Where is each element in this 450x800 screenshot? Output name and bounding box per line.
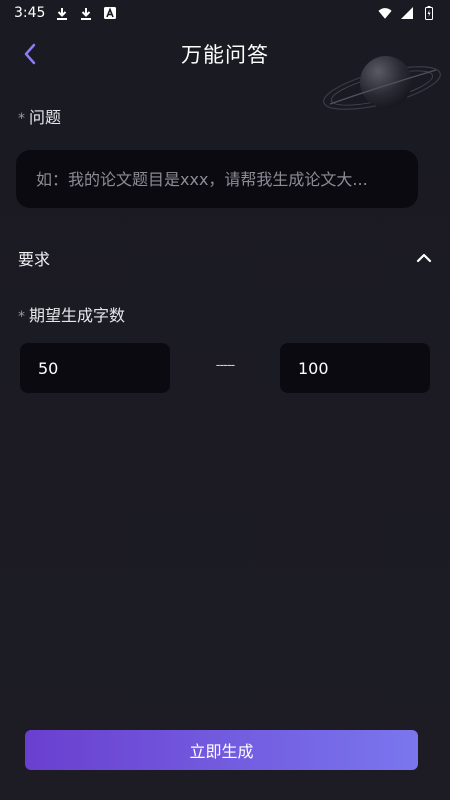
download-icon [55, 6, 69, 20]
signal-icon [400, 6, 414, 20]
requirements-title: 要求 [18, 250, 51, 269]
back-button[interactable] [16, 38, 44, 70]
word-count-label-text: 期望生成字数 [29, 306, 126, 325]
question-label: * 问题 [18, 104, 61, 128]
word-count-label: * 期望生成字数 [18, 302, 125, 326]
question-label-text: 问题 [29, 108, 62, 127]
question-field [16, 150, 418, 208]
word-count-min-input[interactable] [36, 357, 154, 379]
status-left: 3:45 [14, 5, 117, 21]
required-mark: * [18, 309, 25, 325]
question-input[interactable] [34, 168, 400, 190]
status-bar: 3:45 [0, 0, 450, 26]
a-icon [103, 6, 117, 20]
word-count-max-input[interactable] [296, 357, 414, 379]
status-right [378, 6, 436, 20]
status-time: 3:45 [14, 5, 46, 21]
range-separator: ----- [215, 358, 235, 373]
word-count-max-field [280, 343, 430, 393]
word-count-min-field [20, 343, 170, 393]
generate-button[interactable]: 立即生成 [25, 730, 418, 770]
wifi-icon [378, 6, 392, 20]
chevron-left-icon [24, 43, 36, 65]
required-mark: * [18, 111, 25, 127]
battery-icon [422, 6, 436, 20]
download-icon [79, 6, 93, 20]
chevron-up-icon [416, 253, 432, 263]
requirements-section-toggle[interactable]: 要求 [18, 240, 432, 276]
page-title: 万能问答 [181, 43, 269, 67]
planet-decoration-icon [323, 56, 441, 110]
